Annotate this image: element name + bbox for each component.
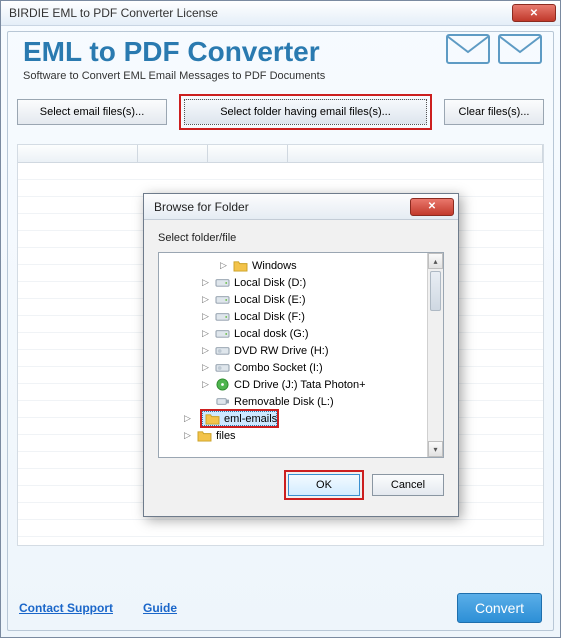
expander-icon[interactable]: ▷ (201, 295, 210, 304)
list-row (18, 520, 543, 537)
main-window: BIRDIE EML to PDF Converter License ✕ EM… (0, 0, 561, 638)
expander-icon[interactable]: ▷ (201, 278, 210, 287)
usb-icon (214, 395, 230, 409)
close-icon[interactable]: ✕ (512, 4, 556, 22)
envelope-icon (498, 34, 542, 64)
tree-item[interactable]: ▷ Local Disk (D:) (159, 274, 443, 291)
tree-item-selected[interactable]: ▷ eml-emails (159, 410, 443, 427)
dvd-icon (214, 361, 230, 375)
expander-icon[interactable]: ▷ (201, 329, 210, 338)
app-header: EML to PDF Converter Software to Convert… (1, 26, 560, 88)
tree-item-label: DVD RW Drive (H:) (234, 345, 329, 357)
drive-icon (214, 276, 230, 290)
expander-icon[interactable]: ▷ (201, 312, 210, 321)
browse-folder-dialog: Browse for Folder ✕ Select folder/file ▷… (143, 193, 459, 517)
drive-icon (214, 293, 230, 307)
col-header[interactable] (208, 145, 288, 162)
scroll-up-icon[interactable]: ▴ (428, 253, 443, 269)
scroll-down-icon[interactable]: ▾ (428, 441, 443, 457)
scrollbar[interactable]: ▴▾ (427, 253, 443, 457)
expander-icon[interactable]: ▷ (201, 346, 210, 355)
expander-icon[interactable] (201, 397, 210, 406)
tree-item-label: Local Disk (D:) (234, 277, 306, 289)
tree-item-label: Combo Socket (I:) (234, 362, 323, 374)
tree-item[interactable]: ▷ CD Drive (J:) Tata Photon+ (159, 376, 443, 393)
ok-button[interactable]: OK (288, 474, 360, 496)
expander-icon[interactable]: ▷ (183, 431, 192, 440)
tree-item[interactable]: ▷ files (159, 427, 443, 444)
envelope-decoration (446, 34, 542, 64)
window-title: BIRDIE EML to PDF Converter License (9, 6, 512, 20)
scroll-thumb[interactable] (430, 271, 441, 311)
close-icon[interactable]: ✕ (410, 198, 454, 216)
dialog-titlebar: Browse for Folder ✕ (144, 194, 458, 220)
folder-icon (232, 259, 248, 273)
app-subtitle: Software to Convert EML Email Messages t… (23, 70, 538, 82)
dialog-title: Browse for Folder (154, 200, 410, 214)
folder-icon (204, 412, 220, 426)
clear-files-button[interactable]: Clear files(s)... (444, 99, 544, 125)
tree-item-label: Removable Disk (L:) (234, 396, 334, 408)
expander-icon[interactable]: ▷ (183, 414, 192, 423)
col-header[interactable] (18, 145, 138, 162)
tree-item-label: CD Drive (J:) Tata Photon+ (234, 379, 366, 391)
drive-icon (214, 327, 230, 341)
ok-highlight: OK (284, 470, 364, 500)
toolbar: Select email files(s)... Select folder h… (1, 88, 560, 138)
selection-highlight: eml-emails (200, 409, 279, 428)
expander-icon[interactable]: ▷ (201, 363, 210, 372)
tree-item-label: Local Disk (E:) (234, 294, 306, 306)
folder-tree[interactable]: ▷ Windows ▷ Local Disk (D:) ▷ Local Disk (E:)… (158, 252, 444, 458)
folder-icon (196, 429, 212, 443)
footer: Contact Support Guide Convert (19, 593, 542, 623)
tree-item[interactable]: ▷ DVD RW Drive (H:) (159, 342, 443, 359)
main-titlebar: BIRDIE EML to PDF Converter License ✕ (1, 1, 560, 26)
tree-item-label: Local dosk (G:) (234, 328, 309, 340)
select-folder-highlight: Select folder having email files(s)... (179, 94, 432, 130)
expander-icon[interactable]: ▷ (219, 261, 228, 270)
tree-item-label: files (216, 430, 236, 442)
tree-item[interactable]: ▷ Local Disk (F:) (159, 308, 443, 325)
list-row (18, 163, 543, 180)
tree-item[interactable]: Removable Disk (L:) (159, 393, 443, 410)
select-files-button[interactable]: Select email files(s)... (17, 99, 167, 125)
tree-item[interactable]: ▷ Combo Socket (I:) (159, 359, 443, 376)
dialog-body: Select folder/file ▷ Windows ▷ Local Disk (… (144, 220, 458, 510)
dialog-label: Select folder/file (158, 232, 444, 244)
contact-support-link[interactable]: Contact Support (19, 601, 113, 615)
select-folder-button[interactable]: Select folder having email files(s)... (184, 99, 427, 125)
tree-item[interactable]: ▷ Local Disk (E:) (159, 291, 443, 308)
tree-item-label: eml-emails (224, 413, 277, 425)
convert-button[interactable]: Convert (457, 593, 542, 623)
dialog-actions: OK Cancel (158, 470, 444, 500)
col-header[interactable] (138, 145, 208, 162)
tree-item-label: Windows (252, 260, 297, 272)
expander-icon[interactable]: ▷ (201, 380, 210, 389)
envelope-icon (446, 34, 490, 64)
drive-icon (214, 310, 230, 324)
tree-item-label: Local Disk (F:) (234, 311, 305, 323)
cancel-button[interactable]: Cancel (372, 474, 444, 496)
guide-link[interactable]: Guide (143, 601, 177, 615)
list-header (18, 145, 543, 163)
tree-item[interactable]: ▷ Windows (159, 257, 443, 274)
col-header[interactable] (288, 145, 543, 162)
tree-item[interactable]: ▷ Local dosk (G:) (159, 325, 443, 342)
dvd-icon (214, 344, 230, 358)
cd-icon (214, 378, 230, 392)
